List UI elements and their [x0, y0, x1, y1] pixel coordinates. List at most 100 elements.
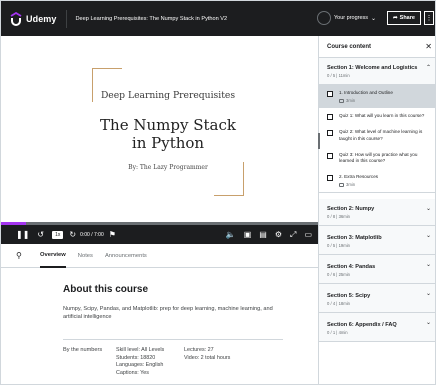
progress-ring-icon	[317, 11, 331, 25]
section-title: Section 1: Welcome and Logistics	[327, 65, 418, 71]
section-meta: 0 / 8 | 36min	[327, 214, 350, 220]
share-icon: ➦	[393, 15, 398, 21]
header-divider	[65, 9, 67, 28]
forward-icon[interactable]: ↻	[69, 231, 76, 239]
share-button[interactable]: ➦ Share	[387, 11, 421, 25]
stat-languages: Languages: English	[116, 362, 164, 369]
bookmark-icon[interactable]: ⚑	[109, 231, 116, 239]
settings-gear-icon[interactable]: ⚙	[275, 231, 282, 239]
more-options-button[interactable]: ⋮	[424, 11, 434, 25]
video-slide: Deep Learning Prerequisites The Numpy St…	[92, 68, 244, 196]
udemy-logo[interactable]: Udemy	[9, 11, 57, 26]
stat-students: Students: 18820	[116, 354, 156, 361]
about-section: About this course Numpy, Scipy, Pandas, …	[63, 284, 283, 321]
section-meta: 0 / 6 | 25min	[327, 272, 350, 278]
playback-speed-button[interactable]: 1x	[52, 231, 64, 239]
section-header[interactable]: Section 2: Numpy 0 / 8 | 36min ⌄	[319, 199, 435, 227]
section-header[interactable]: Section 3: Matplotlib 0 / 5 | 19min ⌄	[319, 226, 435, 256]
section-header[interactable]: Section 4: Pandas 0 / 6 | 25min ⌄	[319, 255, 435, 285]
lesson-item[interactable]: 1. Introduction and Outline 3min	[319, 85, 435, 109]
share-label: Share	[399, 15, 415, 21]
chevron-down-icon: ⌄	[425, 291, 431, 298]
chevron-down-icon: ⌄	[425, 206, 431, 213]
slide-title-line2: in Python	[131, 134, 205, 152]
rewind-icon[interactable]: ↺	[37, 231, 44, 239]
top-bar: Udemy Deep Learning Prerequisites: The N…	[1, 1, 435, 36]
close-icon[interactable]: ✕	[425, 42, 432, 51]
slide-title: The Numpy Stack in Python	[92, 116, 244, 152]
tab-announcements[interactable]: Announcements	[105, 244, 147, 268]
lesson-title: Quiz 2: What level of machine learning i…	[339, 129, 423, 141]
progress-label: Your progress	[334, 15, 369, 21]
progress-scrubber-fill	[1, 222, 27, 225]
course-stats: By the numbers Skill level: All Levels S…	[63, 347, 252, 377]
video-player[interactable]: Deep Learning Prerequisites The Numpy St…	[1, 36, 318, 240]
slide-kicker: Deep Learning Prerequisites	[100, 90, 236, 101]
udemy-logo-icon	[10, 11, 22, 26]
lesson-item[interactable]: Quiz 3: How will you practice what you l…	[319, 147, 435, 169]
video-icon	[339, 182, 344, 187]
lesson-checkbox[interactable]	[327, 152, 333, 159]
lesson-duration-text: 3min	[346, 182, 356, 188]
section-meta: 0 / 4 | 18min	[327, 301, 350, 307]
video-icon	[339, 98, 344, 103]
section-title: Section 6: Appendix / FAQ	[327, 322, 397, 329]
play-pause-icon[interactable]: ❚❚	[16, 231, 29, 239]
tab-overview[interactable]: Overview	[40, 244, 66, 268]
section-header[interactable]: Section 5: Scipy 0 / 4 | 18min ⌄	[319, 284, 435, 314]
stat-skill-level: Skill level: All Levels	[116, 347, 165, 353]
controls-row: ❚❚ ↺ 1x ↻ 0:00 / 7:00 ⚑ 🔈 ▣ ▤ ⚙ ⤢ ▭	[1, 226, 318, 244]
lesson-duration: 3min	[339, 98, 429, 103]
lesson-duration-text: 3min	[346, 98, 356, 104]
section-meta: 0 / 5 | 11min	[327, 73, 350, 78]
section-title: Section 3: Matplotlib	[327, 235, 382, 242]
stat-lectures: Lectures: 27	[184, 347, 214, 353]
fullscreen-icon[interactable]: ⤢	[290, 231, 296, 239]
lesson-title: 2. Extra Resources	[339, 174, 379, 180]
course-content-sidebar: Course content ✕ Section 1: Welcome and …	[318, 36, 435, 384]
lesson-item[interactable]: Quiz 1: What will you learn in this cour…	[319, 108, 435, 124]
sidebar-header: Course content ✕	[319, 36, 435, 58]
lesson-title: 1. Introduction and Outline	[339, 90, 393, 95]
chevron-up-icon: ⌃	[425, 65, 431, 71]
progress-scrubber[interactable]	[1, 222, 318, 225]
about-divider	[63, 339, 283, 340]
lesson-item[interactable]: Quiz 2: What level of machine learning i…	[319, 124, 435, 146]
search-icon[interactable]: ⚲	[16, 251, 30, 260]
lesson-item[interactable]: 2. Extra Resources 3min	[319, 169, 435, 194]
lesson-title: Quiz 3: How will you practice what you l…	[339, 151, 418, 164]
slide-title-line1: The Numpy Stack	[100, 116, 236, 134]
sidebar-scrollbar[interactable]	[318, 133, 320, 149]
progress-dropdown[interactable]: Your progress ⌄	[317, 11, 376, 25]
stat-video: Video: 2 total hours	[184, 354, 231, 361]
section-title: Section 5: Scipy	[327, 293, 371, 300]
section-header[interactable]: Section 1: Welcome and Logistics 0 / 5 |…	[319, 58, 435, 85]
stats-label: By the numbers	[63, 347, 103, 353]
transcript-icon[interactable]: ▤	[259, 231, 267, 239]
tab-notes[interactable]: Notes	[78, 244, 93, 268]
course-title-link[interactable]: Deep Learning Prerequisites: The Numpy S…	[76, 16, 228, 22]
lesson-checkbox[interactable]	[327, 114, 333, 121]
player-controls: ❚❚ ↺ 1x ↻ 0:00 / 7:00 ⚑ 🔈 ▣ ▤ ⚙ ⤢ ▭	[1, 222, 318, 244]
lesson-title: Quiz 1: What will you learn in this cour…	[339, 113, 425, 119]
stats-column-2: Lectures: 27 Video: 2 total hours	[184, 347, 252, 377]
lesson-duration: 3min	[339, 182, 429, 187]
expand-view-icon[interactable]: ▭	[304, 231, 312, 239]
lesson-checkbox[interactable]	[327, 175, 333, 182]
sidebar-title: Course content	[327, 43, 372, 50]
udemy-course-player: Udemy Deep Learning Prerequisites: The N…	[0, 0, 436, 385]
section-title: Section 4: Pandas	[327, 264, 376, 271]
chevron-down-icon: ⌄	[425, 262, 431, 269]
slide-author: By: The Lazy Programmer	[128, 164, 208, 171]
lesson-checkbox[interactable]	[327, 91, 333, 97]
chevron-down-icon: ⌄	[425, 320, 431, 327]
section-meta: 0 / 5 | 19min	[327, 243, 350, 249]
lesson-checkbox[interactable]	[327, 130, 333, 137]
volume-icon[interactable]: 🔈	[226, 231, 236, 239]
about-description: Numpy, Scipy, Pandas, and Matplotlib: pr…	[63, 306, 273, 320]
section-header[interactable]: Section 6: Appendix / FAQ 0 / 1 | 4min ⌄	[319, 313, 435, 343]
section-meta: 0 / 1 | 4min	[327, 330, 348, 336]
about-title: About this course	[63, 284, 149, 295]
time-display: 0:00 / 7:00	[80, 232, 104, 238]
captions-icon[interactable]: ▣	[244, 231, 252, 239]
